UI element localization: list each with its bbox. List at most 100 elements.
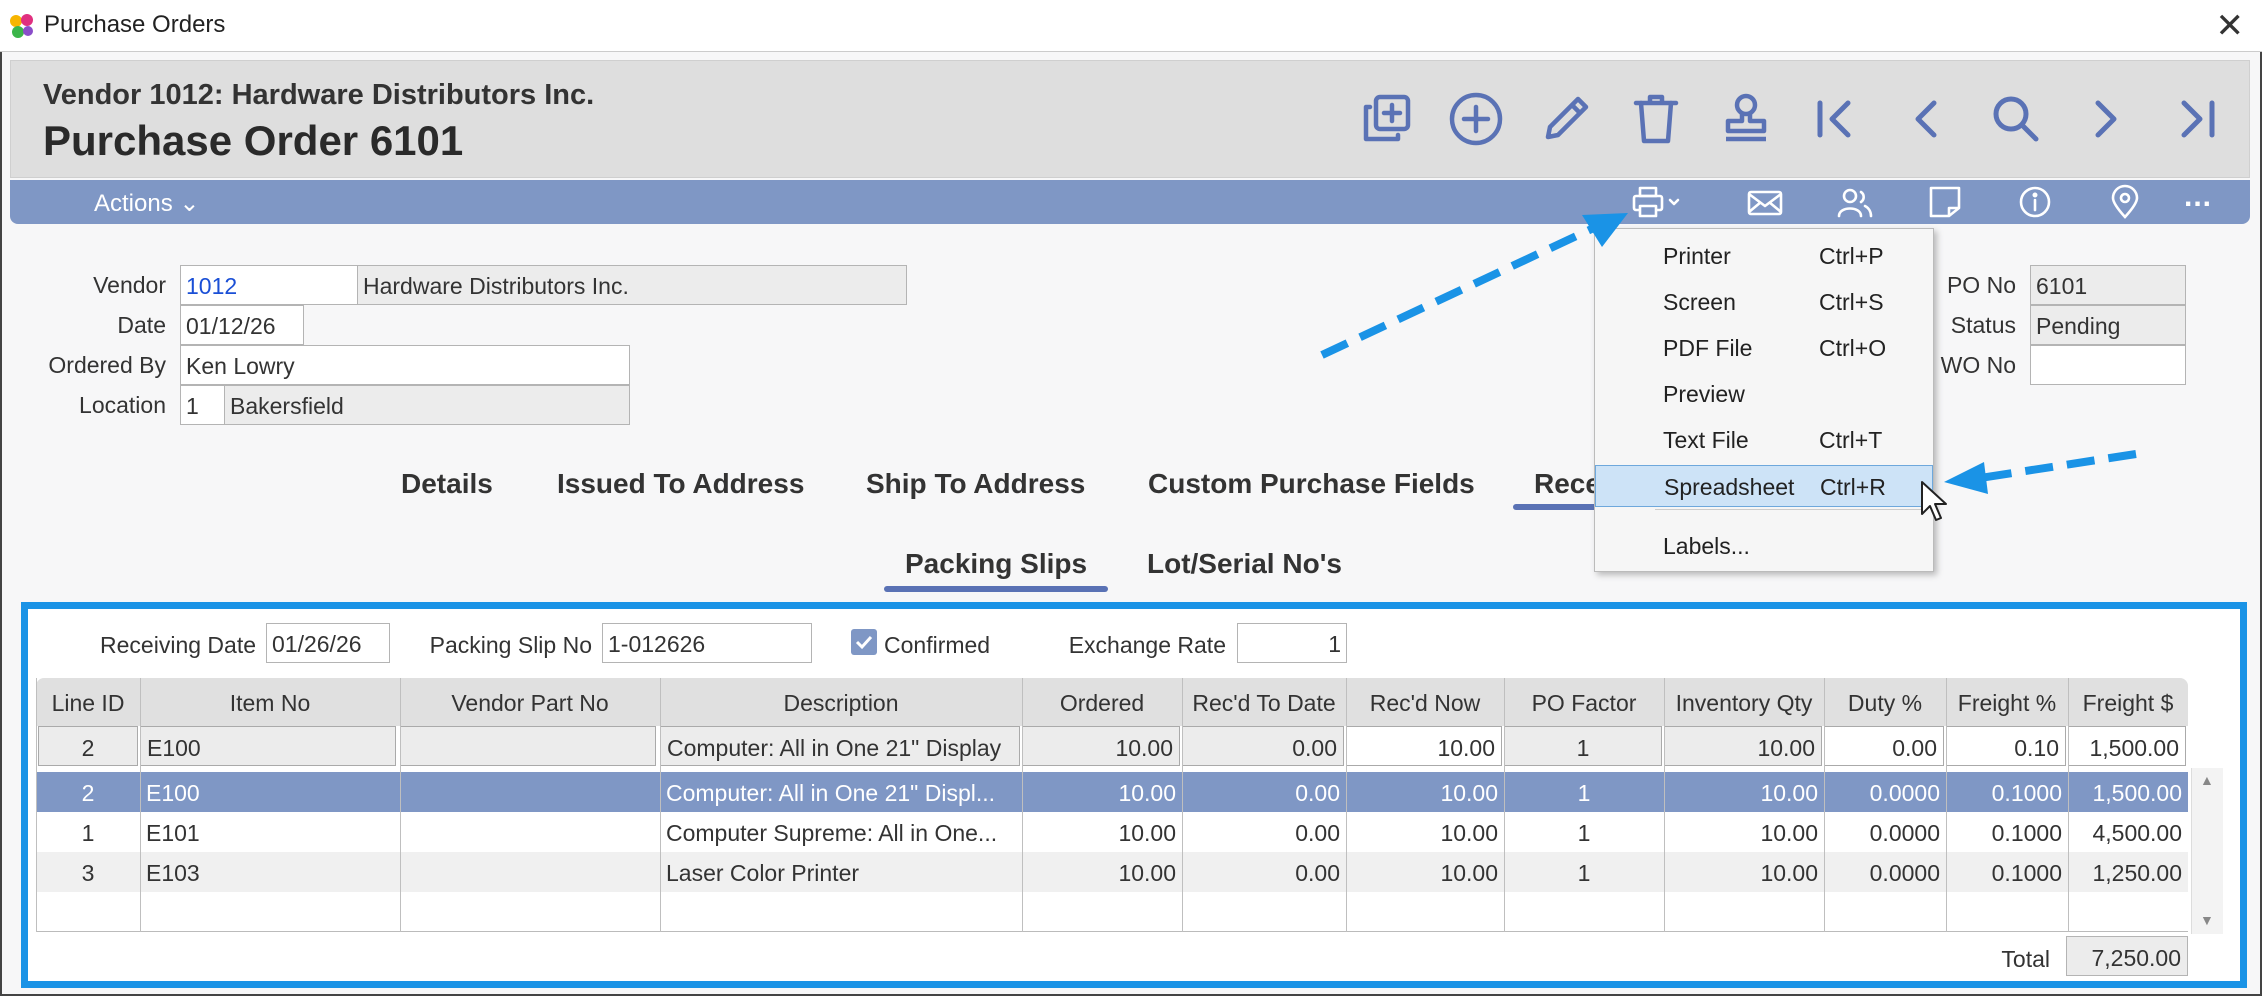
first-record-icon[interactable]: [1806, 89, 1866, 149]
menu-item-label: PDF File: [1663, 335, 1753, 361]
contacts-icon[interactable]: [1835, 184, 1875, 220]
subtab-lot-serial[interactable]: Lot/Serial No's: [1147, 548, 1342, 580]
table-cell: 1: [81, 820, 95, 846]
app-logo-icon: [10, 14, 33, 38]
search-icon[interactable]: [1986, 89, 2046, 149]
table-cell: [400, 812, 660, 852]
tab-custom-purchase-fields[interactable]: Custom Purchase Fields: [1148, 468, 1475, 500]
menu-item-spreadsheet[interactable]: Spreadsheet Ctrl+R: [1595, 465, 1933, 507]
more-options-button[interactable]: ...: [2184, 180, 2212, 214]
location-code-field[interactable]: 1: [180, 385, 225, 425]
tab-details[interactable]: Details: [401, 468, 493, 500]
edit-cell[interactable]: 1: [1504, 726, 1662, 766]
edit-cell[interactable]: 10.00: [1664, 726, 1822, 766]
confirmed-checkbox[interactable]: [851, 629, 877, 655]
delete-icon[interactable]: [1626, 89, 1686, 149]
tab-ship-to-address[interactable]: Ship To Address: [866, 468, 1085, 500]
copy-icon[interactable]: [1356, 89, 1416, 149]
scroll-down-icon[interactable]: ▼: [2200, 912, 2214, 928]
date-field[interactable]: 01/12/26: [180, 305, 304, 345]
menu-item-preview[interactable]: Preview: [1595, 373, 1933, 415]
wo-no-label: WO No: [1940, 352, 2016, 378]
previous-record-icon[interactable]: [1896, 89, 1956, 149]
column-header[interactable]: Rec'd Now: [1346, 682, 1504, 722]
status-field: Pending: [2030, 305, 2186, 345]
wo-no-field[interactable]: [2030, 345, 2186, 385]
next-record-icon[interactable]: [2076, 89, 2136, 149]
empty-row[interactable]: [36, 892, 2188, 932]
edit-cell[interactable]: 10.00: [1346, 726, 1502, 766]
packing-slip-no-field[interactable]: 1-012626: [602, 623, 812, 663]
note-icon[interactable]: [1925, 184, 1965, 220]
table-cell: 1: [1577, 820, 1591, 846]
menu-separator: [1655, 509, 1925, 510]
edit-icon[interactable]: [1536, 89, 1596, 149]
edit-cell[interactable]: 0.10: [1946, 726, 2066, 766]
close-icon[interactable]: ✕: [2216, 6, 2245, 46]
total-label: Total: [2001, 946, 2050, 972]
edit-cell[interactable]: 2: [38, 726, 138, 766]
scroll-up-icon[interactable]: ▲: [2200, 772, 2214, 788]
checkmark-icon: [855, 635, 873, 650]
exchange-rate-field[interactable]: 1: [1237, 623, 1347, 663]
subtab-packing-slips[interactable]: Packing Slips: [905, 548, 1087, 580]
table-cell: 1,500.00: [2092, 780, 2182, 806]
vendor-code-field[interactable]: 1012: [180, 265, 358, 305]
table-cell: 10.00: [1760, 820, 1818, 846]
edit-cell[interactable]: 0.00: [1824, 726, 1944, 766]
menu-item-printer[interactable]: Printer Ctrl+P: [1595, 235, 1933, 277]
column-header[interactable]: Description: [660, 682, 1022, 722]
edit-cell[interactable]: [400, 726, 656, 766]
action-bar: Actions ⌄ ...: [10, 180, 2250, 224]
po-no-label: PO No: [1946, 272, 2016, 298]
column-header[interactable]: Vendor Part No: [400, 682, 660, 722]
vendor-code-link[interactable]: 1012: [186, 273, 237, 299]
receiving-date-field[interactable]: 01/26/26: [266, 623, 390, 663]
column-header[interactable]: Ordered: [1022, 682, 1182, 722]
column-header[interactable]: Inventory Qty: [1664, 682, 1824, 722]
table-cell: 10.00: [1440, 820, 1498, 846]
edit-cell[interactable]: 1,500.00: [2068, 726, 2186, 766]
tab-issued-to-address[interactable]: Issued To Address: [557, 468, 804, 500]
ordered-by-field[interactable]: Ken Lowry: [180, 345, 630, 385]
column-divider: [140, 678, 141, 932]
column-header[interactable]: Freight $: [2068, 682, 2188, 722]
email-icon[interactable]: [1745, 184, 1785, 220]
add-icon[interactable]: [1446, 89, 1506, 149]
column-header[interactable]: Freight %: [1946, 682, 2068, 722]
table-cell: 0.0000: [1869, 780, 1940, 806]
edit-cell[interactable]: 10.00: [1022, 726, 1180, 766]
po-no-field: 6101: [2030, 265, 2186, 305]
actions-menu-button[interactable]: Actions ⌄: [94, 189, 199, 218]
table-row[interactable]: 1 E101 Computer Supreme: All in One... 1…: [36, 812, 2188, 852]
stamp-icon[interactable]: [1716, 89, 1776, 149]
table-row[interactable]: 3 E103 Laser Color Printer 10.00 0.00 10…: [36, 852, 2188, 892]
info-icon[interactable]: [2015, 184, 2055, 220]
menu-item-label: Text File: [1663, 427, 1749, 453]
column-header[interactable]: Line ID: [36, 682, 140, 722]
active-tab-indicator: [1513, 504, 1603, 510]
menu-item-pdf-file[interactable]: PDF File Ctrl+O: [1595, 327, 1933, 369]
column-header[interactable]: PO Factor: [1504, 682, 1664, 722]
edit-cell[interactable]: E100: [140, 726, 396, 766]
column-header[interactable]: Rec'd To Date: [1182, 682, 1346, 722]
table-cell: Computer Supreme: All in One...: [666, 820, 998, 846]
edit-cell[interactable]: Computer: All in One 21" Display: [660, 726, 1020, 766]
tab-receiving[interactable]: Rece: [1534, 468, 1601, 500]
table-row[interactable]: 2 E100 Computer: All in One 21" Displ...…: [36, 772, 2188, 812]
edit-cell[interactable]: 0.00: [1182, 726, 1344, 766]
last-record-icon[interactable]: [2166, 89, 2226, 149]
table-cell: E103: [146, 860, 200, 886]
menu-item-screen[interactable]: Screen Ctrl+S: [1595, 281, 1933, 323]
menu-item-labels[interactable]: Labels...: [1595, 525, 1933, 567]
column-divider: [1182, 678, 1183, 932]
menu-item-label: Printer: [1663, 243, 1731, 269]
menu-item-text-file[interactable]: Text File Ctrl+T: [1595, 419, 1933, 461]
column-header[interactable]: Duty %: [1824, 682, 1946, 722]
table-cell: 0.00: [1295, 820, 1340, 846]
location-icon[interactable]: [2105, 184, 2145, 220]
table-cell: 3: [81, 860, 95, 886]
column-header[interactable]: Item No: [140, 682, 400, 722]
title-bar: Purchase Orders ✕: [0, 0, 2262, 52]
grid-scrollbar[interactable]: ▲ ▼: [2191, 768, 2223, 934]
